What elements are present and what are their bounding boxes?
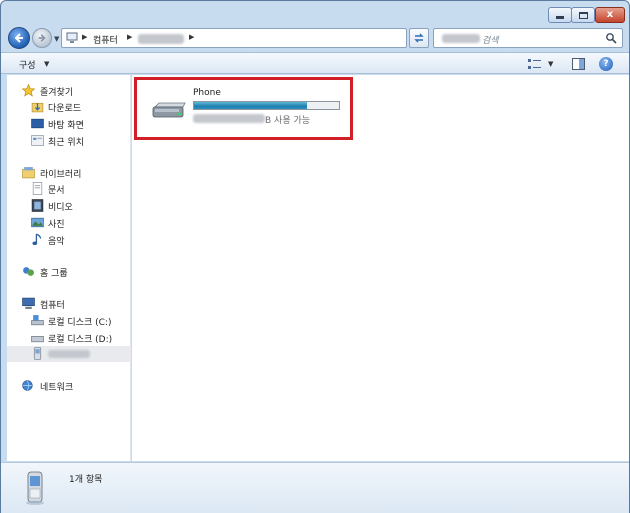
sidebar-header-favorites[interactable]: 즐겨찾기 — [7, 83, 131, 99]
sidebar-item-downloads[interactable]: 다운로드 — [7, 99, 131, 115]
sidebar-item-label: 사진 — [48, 220, 65, 230]
device-name: Phone — [193, 88, 221, 98]
library-icon — [22, 167, 35, 179]
phone-device-icon — [26, 471, 44, 505]
removable-drive-icon — [152, 102, 186, 118]
sidebar-item-label: 로컬 디스크 (C:) — [48, 318, 112, 328]
recent-pages-dropdown[interactable]: ▼ — [54, 35, 59, 43]
sidebar-header-label: 홈 그룹 — [40, 269, 68, 279]
explorer-window: x ▼ ▶ 컴퓨터 ▶ ▶ ▼ — [0, 0, 630, 513]
address-bar[interactable]: ▶ 컴퓨터 ▶ ▶ ▼ — [61, 28, 462, 48]
sidebar-header-label: 네트워크 — [40, 383, 74, 393]
maximize-icon — [578, 11, 588, 19]
help-button[interactable]: ? — [599, 57, 613, 71]
preview-pane-button[interactable] — [572, 58, 585, 70]
navigation-bar: ▼ ▶ 컴퓨터 ▶ ▶ ▼ 검색 — [1, 25, 629, 51]
device-tile[interactable]: Phone B 사용 가능 — [134, 77, 353, 140]
search-box[interactable]: 검색 — [433, 28, 623, 48]
breadcrumb-separator[interactable]: ▶ — [127, 33, 132, 41]
recent-places-icon — [31, 135, 44, 146]
music-icon — [32, 233, 42, 246]
phone-device-icon — [33, 347, 42, 360]
breadcrumb-device-redacted[interactable] — [138, 34, 184, 44]
back-button[interactable] — [8, 27, 30, 49]
documents-icon — [32, 182, 43, 195]
sidebar-item-recent-places[interactable]: 최근 위치 — [7, 133, 131, 149]
network-icon — [22, 380, 33, 391]
title-bar: x — [1, 1, 629, 25]
local-disk-icon — [31, 315, 44, 326]
sidebar-item-documents[interactable]: 문서 — [7, 181, 131, 197]
homegroup-icon — [23, 267, 34, 276]
breadcrumb-computer[interactable]: 컴퓨터 — [93, 33, 118, 46]
search-scope-redacted — [442, 34, 480, 43]
organize-button[interactable]: 구성 — [19, 58, 36, 71]
forward-button[interactable] — [32, 28, 52, 48]
close-icon: x — [606, 9, 614, 20]
sidebar-header-computer[interactable]: 컴퓨터 — [7, 296, 131, 312]
item-count: 1개 항목 — [69, 475, 103, 485]
search-placeholder: 검색 — [482, 36, 499, 46]
sidebar-item-label: 다운로드 — [48, 104, 82, 114]
command-bar: 구성 ▼ ▼ ? — [1, 52, 629, 74]
download-folder-icon — [31, 102, 44, 113]
minimize-button[interactable] — [548, 7, 572, 23]
sidebar-item-label: 최근 위치 — [48, 138, 84, 148]
sidebar-item-label: 음악 — [48, 237, 65, 247]
close-button[interactable]: x — [595, 7, 625, 23]
computer-icon — [22, 297, 35, 309]
status-bar: 1개 항목 — [1, 462, 629, 513]
free-space-text: B 사용 가능 — [265, 116, 311, 126]
device-name-redacted — [48, 350, 90, 358]
capacity-bar — [193, 101, 340, 110]
sidebar-item-label: 문서 — [48, 186, 65, 196]
sidebar-item-videos[interactable]: 비디오 — [7, 198, 131, 214]
sidebar-item-label: 비디오 — [48, 203, 73, 213]
sidebar-item-desktop[interactable]: 바탕 화면 — [7, 116, 131, 132]
sidebar-header-libraries[interactable]: 라이브러리 — [7, 165, 131, 181]
breadcrumb-separator[interactable]: ▶ — [82, 33, 87, 41]
sidebar-item-label: 로컬 디스크 (D:) — [48, 335, 113, 345]
sidebar-item-label: 바탕 화면 — [48, 121, 84, 131]
refresh-button[interactable] — [409, 28, 429, 48]
arrow-right-icon — [38, 34, 46, 42]
refresh-icon — [414, 33, 424, 43]
sidebar-item-local-disk-d[interactable]: 로컬 디스크 (D:) — [7, 330, 131, 346]
pictures-icon — [31, 217, 44, 228]
sidebar-header-network[interactable]: 네트워크 — [7, 378, 131, 394]
view-options-dropdown[interactable]: ▼ — [548, 60, 553, 68]
search-icon[interactable] — [605, 32, 617, 44]
sidebar-item-local-disk-c[interactable]: 로컬 디스크 (C:) — [7, 313, 131, 329]
capacity-used-fill — [194, 102, 307, 109]
minimize-icon — [556, 16, 564, 19]
star-icon — [22, 84, 35, 97]
computer-icon — [66, 32, 78, 43]
breadcrumb-separator[interactable]: ▶ — [189, 33, 194, 41]
video-icon — [31, 199, 44, 212]
arrow-left-icon — [14, 33, 23, 43]
desktop-icon — [31, 118, 44, 129]
sidebar-header-label: 컴퓨터 — [40, 301, 65, 311]
sidebar-header-label: 즐겨찾기 — [40, 88, 74, 98]
change-view-icon[interactable] — [528, 58, 542, 70]
sidebar-item-phone-device[interactable] — [7, 346, 131, 362]
local-disk-icon — [31, 336, 44, 343]
sidebar-item-music[interactable]: 음악 — [7, 232, 131, 248]
sidebar-header-label: 라이브러리 — [40, 170, 82, 180]
chevron-down-icon[interactable]: ▼ — [44, 60, 49, 68]
navigation-pane: 즐겨찾기 다운로드 바탕 화면 최근 위치 라이브러리 문서 비디오 사진 음악… — [7, 75, 131, 461]
file-list: Phone B 사용 가능 — [132, 75, 629, 461]
sidebar-item-pictures[interactable]: 사진 — [7, 215, 131, 231]
sidebar-header-homegroup[interactable]: 홈 그룹 — [7, 264, 131, 280]
maximize-button[interactable] — [571, 7, 595, 23]
free-space-redacted — [193, 114, 265, 123]
